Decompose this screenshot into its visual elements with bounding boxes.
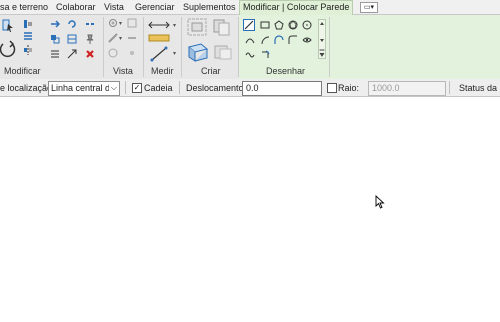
offset-value: 0.0 — [246, 83, 259, 93]
delete-icon[interactable] — [85, 49, 95, 59]
group-separator — [143, 17, 144, 77]
hide-element-icon[interactable] — [108, 48, 118, 58]
offset-icon[interactable] — [23, 31, 33, 41]
view-filter-icon[interactable] — [127, 18, 137, 28]
options-separator — [179, 81, 180, 94]
aligned-dimension-icon[interactable] — [150, 46, 168, 62]
chevron-down-icon[interactable]: ▾ — [173, 22, 176, 29]
split-icon[interactable] — [85, 19, 95, 29]
tab-gerenciar[interactable]: Gerenciar — [135, 1, 175, 13]
group-label-modificar: Modificar — [4, 66, 41, 76]
array-icon[interactable] — [50, 49, 60, 59]
group-label-desenhar: Desenhar — [266, 66, 306, 76]
create-parts-icon[interactable] — [186, 41, 210, 63]
group-separator — [238, 17, 239, 77]
rotate-icon[interactable] — [67, 19, 77, 29]
dimension-icon[interactable] — [148, 33, 170, 43]
align-icon[interactable] — [23, 19, 33, 29]
draw-circle-icon[interactable] — [302, 20, 312, 30]
mirror-axis-icon[interactable] — [23, 45, 33, 55]
scale-icon[interactable] — [67, 49, 77, 59]
linework-icon[interactable] — [108, 33, 118, 43]
draw-fillet-arc-icon[interactable] — [288, 35, 298, 45]
draw-tangent-arc-icon[interactable] — [274, 35, 284, 45]
radius-value: 1000.0 — [372, 83, 400, 93]
tab-massa-e-terreno[interactable]: sa e terreno — [0, 1, 48, 13]
location-line-value: Linha central da — [51, 83, 109, 93]
location-line-select[interactable]: Linha central da ⌵ — [48, 81, 120, 96]
pick-faces-icon[interactable] — [260, 50, 270, 60]
paste-icon[interactable] — [0, 40, 16, 60]
offset-label: Deslocamento: — [186, 83, 247, 93]
mouse-cursor-icon — [375, 195, 385, 209]
radius-checkbox[interactable] — [327, 83, 337, 93]
group-separator — [329, 17, 330, 77]
tab-colaborar[interactable]: Colaborar — [56, 1, 96, 13]
tab-vista[interactable]: Vista — [104, 1, 124, 13]
copy-icon[interactable] — [50, 34, 60, 44]
override-graphics-icon[interactable] — [108, 18, 118, 28]
options-separator — [449, 81, 450, 94]
gallery-scroll-icon[interactable] — [318, 19, 326, 59]
draw-rectangle-icon[interactable] — [260, 20, 270, 30]
create-assembly-icon[interactable] — [213, 43, 233, 61]
create-similar-icon[interactable] — [211, 17, 233, 37]
chain-label: Cadeia — [144, 83, 173, 93]
draw-spline-icon[interactable] — [245, 50, 255, 60]
draw-center-ends-arc-icon[interactable] — [260, 35, 270, 45]
pick-lines-icon[interactable] — [302, 35, 312, 45]
group-label-criar: Criar — [201, 66, 221, 76]
chain-checkbox[interactable]: ✓ — [132, 83, 142, 93]
measure-between-references-icon[interactable] — [148, 19, 170, 31]
draw-circumscribed-polygon-icon[interactable] — [288, 20, 298, 30]
trim-icon[interactable] — [67, 34, 77, 44]
draw-start-end-arc-icon[interactable] — [245, 35, 255, 45]
pin-icon[interactable] — [85, 34, 95, 44]
group-separator — [181, 17, 182, 77]
chevron-down-icon[interactable]: ▾ — [119, 35, 122, 42]
cut-profile-icon[interactable] — [127, 33, 137, 43]
chevron-down-icon: ⌵ — [110, 83, 117, 92]
move-icon[interactable] — [50, 19, 60, 29]
tab-modificar-colocar-parede[interactable]: Modificar | Colocar Parede — [239, 0, 354, 15]
group-label-vista: Vista — [113, 66, 133, 76]
reveal-icon[interactable] — [127, 48, 137, 58]
offset-input[interactable]: 0.0 — [242, 81, 322, 96]
chevron-down-icon[interactable]: ▾ — [173, 50, 176, 57]
tab-suplementos[interactable]: Suplementos — [183, 1, 236, 13]
location-line-label: e localização: — [0, 83, 55, 93]
drawing-canvas[interactable] — [0, 97, 500, 322]
draw-polygon-icon[interactable] — [274, 20, 284, 30]
chevron-down-icon[interactable]: ▾ — [119, 20, 122, 27]
modify-select-icon[interactable] — [2, 18, 14, 34]
radius-input[interactable]: 1000.0 — [368, 81, 446, 96]
group-separator — [103, 17, 104, 77]
panel-toggle-dropdown[interactable]: ▭▾ — [360, 2, 378, 13]
radius-label: Raio: — [338, 83, 360, 93]
draw-line-icon[interactable] — [243, 19, 255, 31]
options-separator — [125, 81, 126, 94]
group-label-medir: Medir — [151, 66, 174, 76]
create-group-icon[interactable] — [186, 17, 208, 37]
status-label: Status da u — [459, 83, 500, 93]
